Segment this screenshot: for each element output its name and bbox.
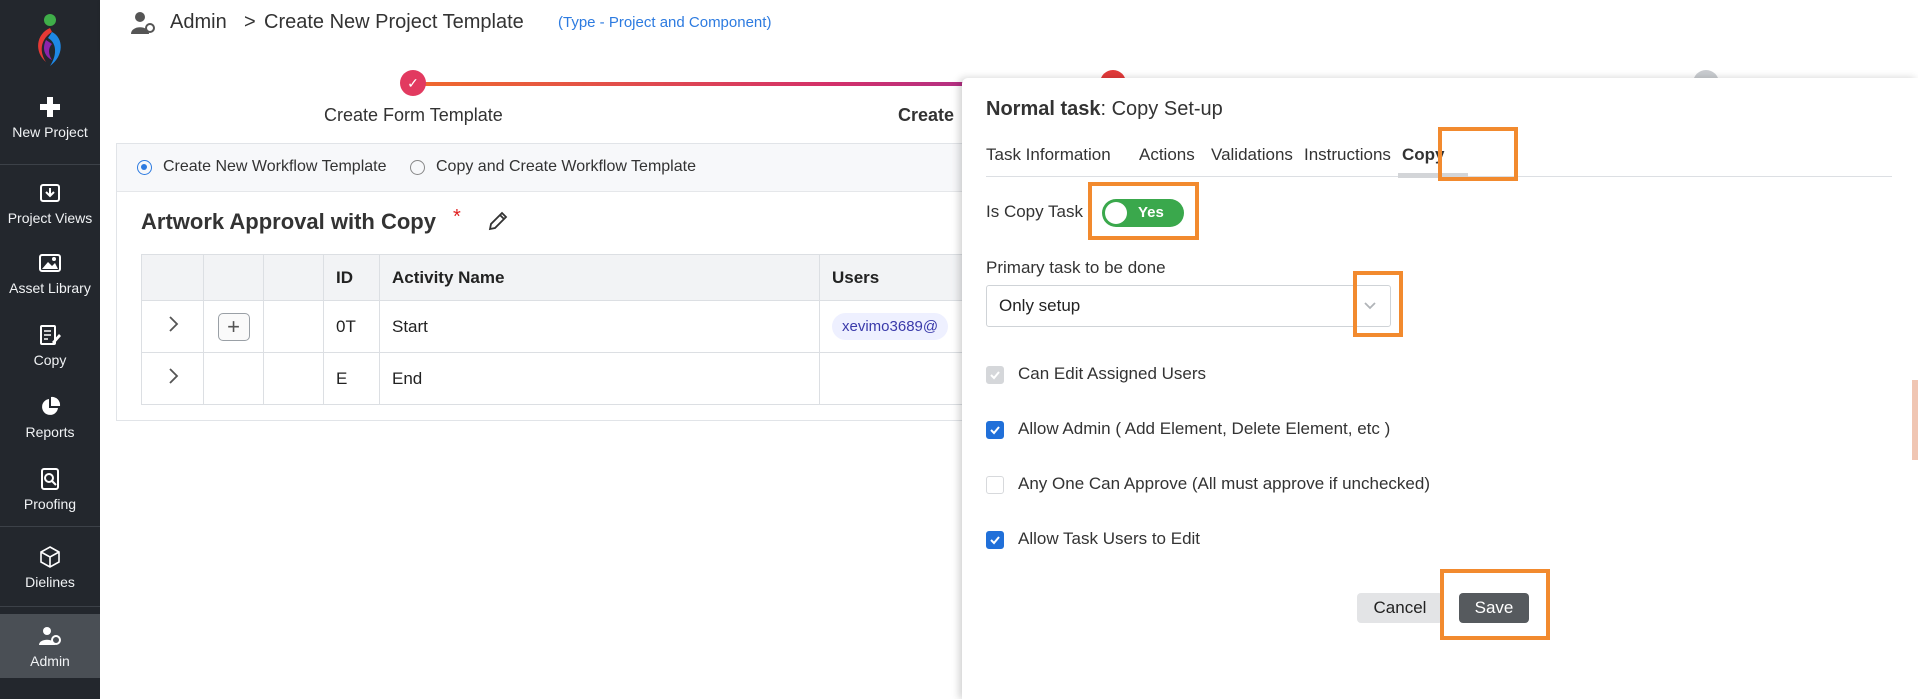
pencil-icon[interactable] [487,210,509,232]
template-type-label: (Type - Project and Component) [558,14,772,31]
sidebar-item-label: New Project [12,123,88,140]
column-header-add [203,254,264,301]
highlight-save-button [1440,569,1550,640]
sidebar-item-project-views[interactable]: Project Views [0,168,100,238]
add-activity-button[interactable]: + [217,312,250,341]
top-header: Admin > Create New Project Template (Typ… [100,0,1918,50]
column-header-activity-name: Activity Name [379,254,820,301]
cube-icon [38,545,62,569]
row-activity-name: End [379,352,820,405]
drawer-title-task-type: Normal task [986,98,1101,120]
sidebar-item-dielines[interactable]: Dielines [0,532,100,602]
expand-row-cell[interactable] [141,300,204,353]
column-header-id: ID [323,254,380,301]
tab-actions[interactable]: Actions [1139,145,1195,165]
primary-task-label: Primary task to be done [986,258,1166,277]
checkbox-any-one-can-approve[interactable] [986,476,1004,494]
column-header-expand [141,254,204,301]
radio-create-new-label[interactable]: Create New Workflow Template [163,158,387,176]
blank-cell [263,352,324,405]
sidebar-item-label: Project Views [7,209,93,226]
checkbox-can-edit-assigned-users[interactable] [986,366,1004,384]
sidebar-item-admin[interactable]: Admin [0,614,100,678]
sidebar: New Project Project Views Asset Library … [0,0,100,699]
plus-icon [38,95,62,119]
sidebar-item-label: Reports [25,423,75,440]
cancel-button[interactable]: Cancel [1357,593,1443,623]
sidebar-item-label: Proofing [23,495,77,512]
pie-chart-icon [38,395,62,419]
sidebar-item-proofing[interactable]: Proofing [0,454,100,524]
sidebar-item-label: Dielines [25,573,75,590]
step-complete-check-icon[interactable]: ✓ [400,70,426,96]
radio-create-new[interactable] [137,160,152,175]
sidebar-item-label: Admin [30,652,70,669]
chevron-right-icon[interactable] [167,367,179,385]
column-header-blank [263,254,324,301]
checkbox-label: Can Edit Assigned Users [1018,364,1207,383]
drawer-title-suffix: : Copy Set-up [1100,98,1223,120]
breadcrumb-separator: > [244,11,256,33]
checkbox-label: Allow Task Users to Edit [1018,529,1201,548]
checkbox-label: Allow Admin ( Add Element, Delete Elemen… [1018,419,1391,438]
sidebar-divider [0,526,100,527]
step-label-form-template: Create Form Template [324,105,503,125]
sidebar-item-reports[interactable]: Reports [0,382,100,452]
highlight-copy-tab [1438,127,1518,181]
add-cell: + [203,300,264,353]
expand-row-cell[interactable] [141,352,204,405]
copy-setup-drawer: Normal task: Copy Set-up Task Informatio… [962,78,1918,699]
sidebar-divider [0,606,100,607]
primary-task-select[interactable]: Only setup [986,285,1391,327]
row-id: E [323,352,380,405]
user-gear-icon [38,624,62,648]
sidebar-item-label: Copy [33,351,67,368]
tab-validations[interactable]: Validations [1211,145,1293,165]
user-chip[interactable]: xevimo3689@ [832,313,949,340]
sidebar-divider [0,164,100,165]
sidebar-item-asset-library[interactable]: Asset Library [0,238,100,308]
highlight-dropdown-chevron [1353,271,1403,337]
sidebar-item-new-project[interactable]: New Project [0,82,100,152]
highlight-copy-toggle [1088,182,1199,240]
chevron-right-icon[interactable] [167,315,179,333]
scroll-edge-marker [1912,380,1918,460]
image-icon [38,251,62,275]
radio-copy-create[interactable] [410,160,425,175]
page-title: Create New Project Template [264,11,524,33]
checkbox-allow-admin[interactable] [986,421,1004,439]
sidebar-item-label: Asset Library [9,279,91,296]
tab-task-information[interactable]: Task Information [986,145,1111,165]
workflow-title: Artwork Approval with Copy [141,209,436,234]
primary-task-value: Only setup [999,296,1081,315]
document-edit-icon [38,323,62,347]
radio-copy-create-label[interactable]: Copy and Create Workflow Template [436,158,696,176]
breadcrumb-admin[interactable]: Admin [170,11,227,34]
search-document-icon [38,467,62,491]
row-id: 0T [323,300,380,353]
app-logo[interactable] [28,10,72,70]
download-box-icon [38,181,62,205]
checkbox-label: Any One Can Approve (All must approve if… [1018,474,1430,493]
step-label-create-workflow: Create [898,105,955,125]
tab-instructions[interactable]: Instructions [1304,145,1391,165]
add-cell [203,352,264,405]
blank-cell [263,300,324,353]
admin-user-icon [131,12,155,34]
sidebar-item-copy[interactable]: Copy [0,310,100,380]
drawer-title: Normal task: Copy Set-up [986,98,1223,121]
row-activity-name: Start [379,300,820,353]
checkbox-allow-task-users-edit[interactable] [986,531,1004,549]
is-copy-task-label: Is Copy Task [986,202,1084,221]
required-marker: * [453,206,461,228]
